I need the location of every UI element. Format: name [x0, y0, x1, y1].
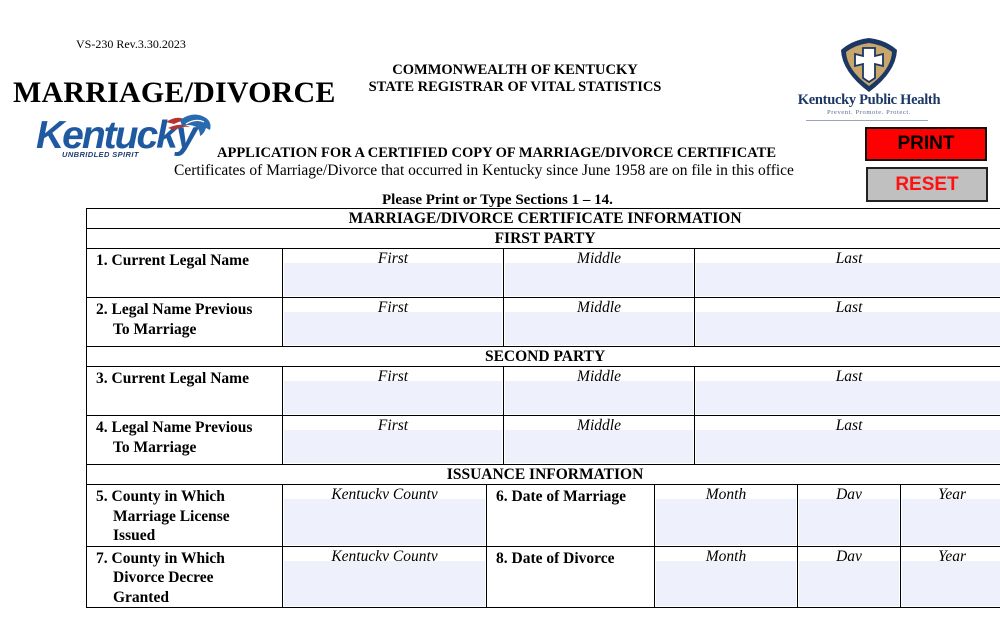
- horse-icon: [166, 114, 211, 136]
- health-logo-tagline: Prevent. Promote. Protect.: [826, 109, 912, 116]
- agency-line-1: COMMONWEALTH OF KENTUCKY: [392, 62, 638, 78]
- day-input[interactable]: [799, 560, 899, 606]
- agency-line-2: STATE REGISTRAR OF VITAL STATISTICS: [368, 79, 662, 95]
- field-label: 1. Current Legal Name: [86, 248, 283, 298]
- county-field[interactable]: Kentucky County: [282, 545, 487, 608]
- middle-name-field[interactable]: Middle: [503, 248, 695, 298]
- last-name-field[interactable]: Last: [693, 297, 1000, 347]
- month-field[interactable]: Month: [654, 545, 798, 608]
- middle-name-input[interactable]: [505, 430, 693, 463]
- application-subtitle: Certificates of Marriage/Divorce that oc…: [174, 162, 794, 179]
- county-label: 7. County in Which Divorce Decree Granted: [86, 545, 283, 608]
- field-label: 2. Legal Name Previous To Marriage: [86, 297, 283, 347]
- shield-cross-icon: [841, 38, 897, 92]
- last-name-field[interactable]: Last: [693, 366, 1000, 416]
- application-title: APPLICATION FOR A CERTIFIED COPY OF MARR…: [217, 145, 776, 161]
- form-number: VS-230 Rev.3.30.2023: [76, 37, 186, 51]
- first-name-field[interactable]: First: [282, 415, 504, 465]
- second-party-current-name-row: 3. Current Legal Name First Middle Last: [86, 366, 1000, 416]
- first-name-input[interactable]: [284, 263, 502, 296]
- day-field[interactable]: Day: [797, 545, 901, 608]
- field-label: 3. Current Legal Name: [86, 366, 283, 416]
- middle-name-field[interactable]: Middle: [503, 366, 695, 416]
- field-label: 4. Legal Name Previous To Marriage: [86, 415, 283, 465]
- middle-name-field[interactable]: Middle: [503, 297, 695, 347]
- marriage-issuance-row: 5. County in Which Marriage License Issued…: [86, 484, 1000, 547]
- county-field[interactable]: Kentucky County: [282, 484, 487, 547]
- instructions: Please Print or Type Sections 1 – 14.: [382, 192, 613, 208]
- middle-name-field[interactable]: Middle: [503, 415, 695, 465]
- middle-name-input[interactable]: [505, 312, 693, 345]
- first-party-previous-name-row: 2. Legal Name Previous To Marriage First …: [86, 297, 1000, 347]
- kentucky-logo-tagline: UNBRIDLED SPIRIT: [62, 150, 139, 159]
- day-field[interactable]: Day: [797, 484, 901, 547]
- second-party-previous-name-row: 4. Legal Name Previous To Marriage First …: [86, 415, 1000, 465]
- month-input[interactable]: [656, 499, 796, 545]
- last-name-input[interactable]: [696, 430, 1000, 463]
- date-label: 6. Date of Marriage: [486, 484, 655, 547]
- page-title: MARRIAGE/DIVORCE: [13, 76, 336, 109]
- first-party-current-name-row: 1. Current Legal Name First Middle Last: [86, 248, 1000, 298]
- year-input[interactable]: [902, 499, 1000, 545]
- month-input[interactable]: [656, 560, 796, 606]
- health-logo-divider: [806, 120, 928, 121]
- section-title: MARRIAGE/DIVORCE CERTIFICATE INFORMATION: [85, 208, 1000, 229]
- second-party-heading: SECOND PARTY: [85, 346, 1000, 367]
- first-name-input[interactable]: [284, 312, 502, 345]
- middle-name-input[interactable]: [505, 381, 693, 414]
- first-name-input[interactable]: [284, 430, 502, 463]
- day-input[interactable]: [799, 499, 899, 545]
- issuance-heading: ISSUANCE INFORMATION: [85, 464, 1000, 485]
- first-name-field[interactable]: First: [282, 366, 504, 416]
- middle-name-input[interactable]: [505, 263, 693, 296]
- county-input[interactable]: [284, 560, 485, 606]
- last-name-field[interactable]: Last: [693, 415, 1000, 465]
- last-name-input[interactable]: [696, 312, 1000, 345]
- first-name-input[interactable]: [284, 381, 502, 414]
- first-party-heading: FIRST PARTY: [85, 228, 1000, 249]
- print-button[interactable]: PRINT: [865, 127, 987, 161]
- reset-button[interactable]: RESET: [866, 167, 988, 202]
- first-name-field[interactable]: First: [282, 297, 504, 347]
- date-label: 8. Date of Divorce: [486, 545, 655, 608]
- year-input[interactable]: [902, 560, 1000, 606]
- year-field[interactable]: Year: [899, 484, 1000, 547]
- kentucky-logo: Kentucky UNBRIDLED SPIRIT: [36, 112, 216, 162]
- health-logo-name: Kentucky Public Health: [797, 92, 941, 108]
- last-name-input[interactable]: [696, 381, 1000, 414]
- certificate-form: MARRIAGE/DIVORCE CERTIFICATE INFORMATION…: [85, 208, 1000, 608]
- agency-heading: COMMONWEALTH OF KENTUCKY STATE REGISTRAR…: [356, 62, 674, 96]
- county-label: 5. County in Which Marriage License Issued: [86, 484, 283, 547]
- month-field[interactable]: Month: [654, 484, 798, 547]
- year-field[interactable]: Year: [899, 545, 1000, 608]
- last-name-input[interactable]: [696, 263, 1000, 296]
- first-name-field[interactable]: First: [282, 248, 504, 298]
- county-input[interactable]: [284, 499, 485, 545]
- last-name-field[interactable]: Last: [693, 248, 1000, 298]
- divorce-issuance-row: 7. County in Which Divorce Decree Granted …: [86, 545, 1000, 608]
